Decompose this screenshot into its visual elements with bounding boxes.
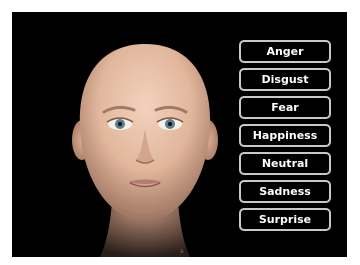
fear-button[interactable]: Fear bbox=[239, 96, 331, 119]
surprise-button[interactable]: Surprise bbox=[239, 208, 331, 231]
happiness-button[interactable]: Happiness bbox=[239, 124, 331, 147]
disgust-button[interactable]: Disgust bbox=[239, 68, 331, 91]
anger-button[interactable]: Anger bbox=[239, 40, 331, 63]
stimulus-screen: Anger Disgust Fear Happiness Neutral Sad… bbox=[12, 12, 347, 257]
sadness-button[interactable]: Sadness bbox=[239, 180, 331, 203]
footer-mark: a bbox=[180, 248, 184, 255]
neutral-button[interactable]: Neutral bbox=[239, 152, 331, 175]
emotion-button-list: Anger Disgust Fear Happiness Neutral Sad… bbox=[239, 40, 331, 231]
avatar-face-icon bbox=[72, 44, 218, 257]
avatar-face-stage bbox=[60, 40, 230, 257]
